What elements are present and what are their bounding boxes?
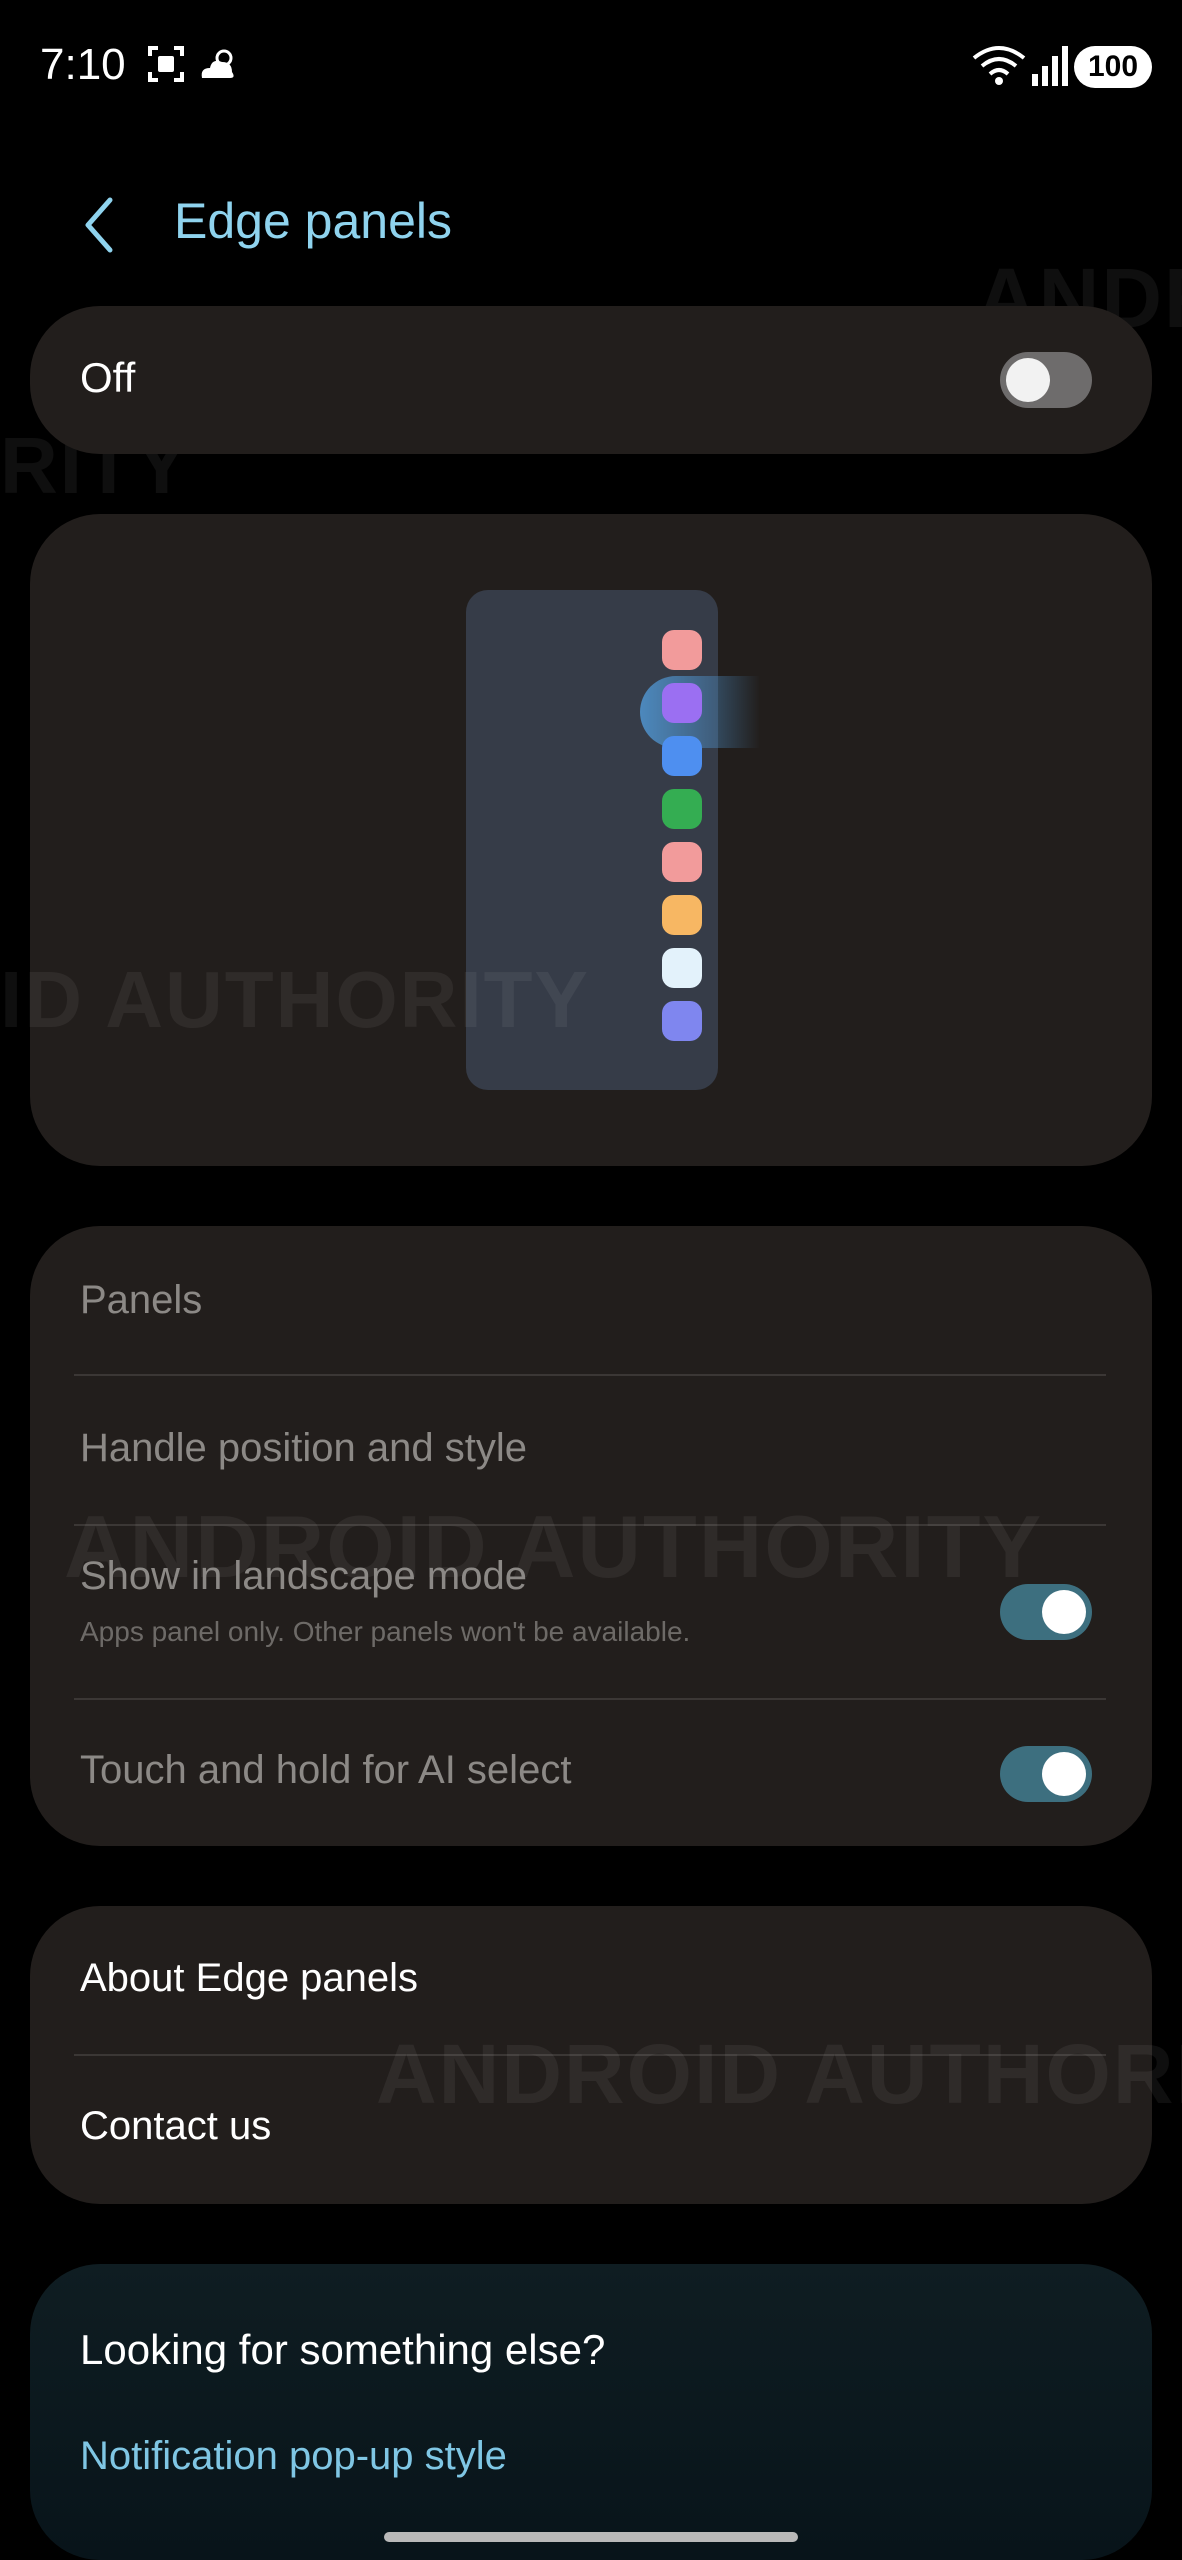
app-dot — [662, 842, 702, 882]
contact-us-label: Contact us — [80, 2104, 272, 2148]
screenshot-icon — [148, 46, 184, 82]
landscape-mode-switch[interactable] — [1000, 1584, 1092, 1640]
app-dot — [662, 736, 702, 776]
suggestions-title: Looking for something else? — [80, 2326, 606, 2373]
panels-label: Panels — [80, 1278, 203, 1322]
app-dot — [662, 630, 702, 670]
landscape-mode-label: Show in landscape mode — [80, 1554, 527, 1598]
gesture-navigation-handle[interactable] — [384, 2532, 798, 2542]
battery-icon: 100 — [1074, 46, 1152, 88]
chevron-left-icon — [85, 197, 113, 253]
master-toggle-switch[interactable] — [1000, 352, 1092, 408]
contact-us-row[interactable]: Contact us — [30, 2056, 1152, 2204]
ai-select-label: Touch and hold for AI select — [80, 1748, 572, 1792]
panels-row[interactable]: Panels — [30, 1226, 1152, 1376]
suggestions-card: Looking for something else? Notification… — [30, 2264, 1152, 2560]
edge-panel-preview: ID AUTHORITY — [0, 514, 1152, 1166]
watermark: ID AUTHORITY — [0, 955, 590, 1044]
about-edge-panels-label: About Edge panels — [80, 1956, 419, 2000]
app-dot — [662, 895, 702, 935]
master-toggle-row[interactable]: Off — [30, 306, 1152, 454]
landscape-mode-row[interactable]: Show in landscape mode Apps panel only. … — [30, 1526, 1152, 1698]
app-dot — [662, 789, 702, 829]
settings-list: Panels Handle position and style ANDROID… — [30, 1226, 1152, 1846]
toggle-knob — [1042, 1590, 1086, 1634]
master-toggle-label: Off — [80, 354, 136, 401]
app-dot — [662, 1001, 702, 1041]
notification-popup-style-link[interactable]: Notification pop-up style — [80, 2434, 507, 2479]
page-title: Edge panels — [174, 193, 453, 249]
weather-cloudy-icon — [201, 49, 234, 78]
about-list: About Edge panels ANDROID AUTHORITY Cont… — [30, 1906, 1182, 2204]
landscape-mode-description: Apps panel only. Other panels won't be a… — [80, 1616, 691, 1647]
status-time: 7:10 — [40, 40, 126, 89]
status-bar: 7:10 100 — [0, 0, 1182, 140]
app-dot — [662, 683, 702, 723]
wifi-icon — [972, 46, 1026, 85]
app-dot — [662, 948, 702, 988]
ai-select-switch[interactable] — [1000, 1746, 1092, 1802]
back-button[interactable] — [70, 190, 130, 260]
toggle-knob — [1006, 358, 1050, 402]
handle-style-label: Handle position and style — [80, 1426, 527, 1470]
ai-select-row[interactable]: Touch and hold for AI select — [30, 1700, 1152, 1846]
toggle-knob — [1042, 1752, 1086, 1796]
signal-icon — [1032, 46, 1068, 86]
